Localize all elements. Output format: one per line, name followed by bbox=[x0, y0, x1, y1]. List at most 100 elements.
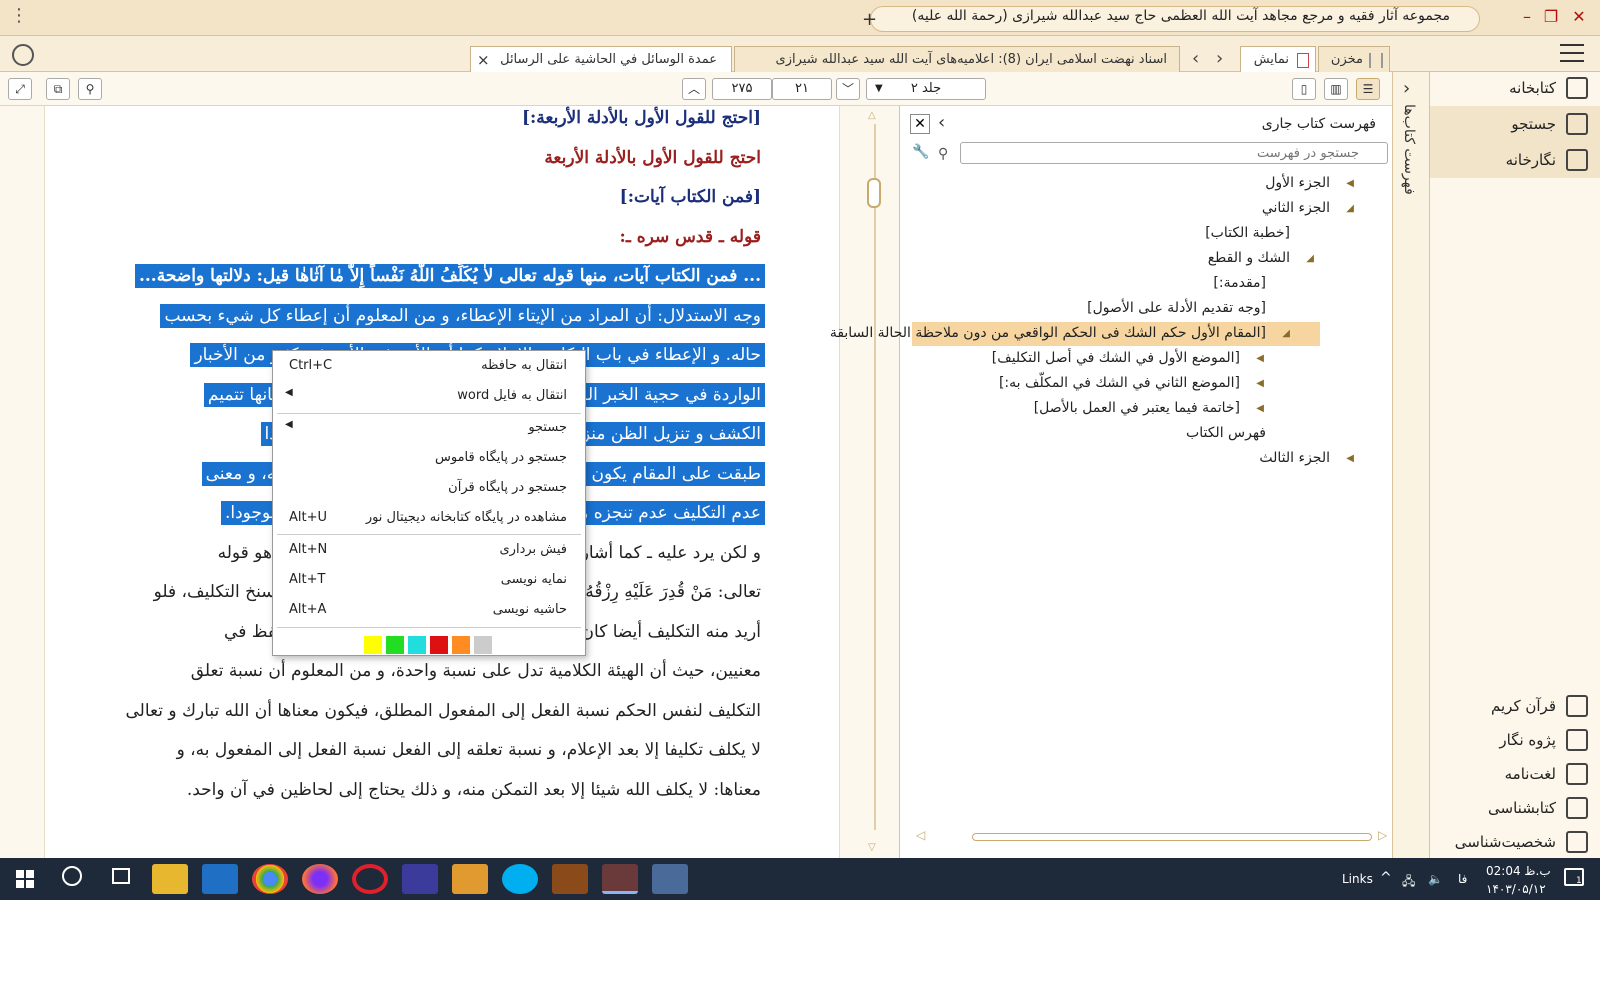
page-down-icon[interactable]: ﹀ bbox=[836, 78, 860, 100]
sidebar-item-gallery[interactable]: نگارخانه bbox=[1430, 146, 1600, 176]
tab-scroll-left-icon[interactable]: ‹ bbox=[1192, 48, 1199, 69]
tab-omdat-alwasail[interactable]: × عمدة الوسائل في الحاشية على الرسائل bbox=[470, 46, 732, 74]
noor-app-icon[interactable] bbox=[602, 864, 638, 894]
sidebar-item-bibliography[interactable]: کتابشناسی bbox=[1430, 794, 1600, 824]
tree-toggle-icon[interactable]: ◢ bbox=[1346, 203, 1354, 214]
tab-scroll-right-icon[interactable]: › bbox=[1216, 48, 1223, 69]
tree-toggle-icon[interactable]: ◀ bbox=[1256, 403, 1264, 414]
double-page-view-icon[interactable]: ▥ bbox=[1324, 78, 1348, 100]
sidebar-item-quran[interactable]: قرآن کریم bbox=[1430, 692, 1600, 722]
highlight-color-yellow[interactable] bbox=[364, 636, 382, 654]
hamburger-menu-icon[interactable] bbox=[1560, 44, 1584, 62]
highlight-color-orange[interactable] bbox=[452, 636, 470, 654]
menu-item-search[interactable]: جستجو ◀ bbox=[273, 413, 585, 443]
compare-icon[interactable]: ⧉ bbox=[46, 78, 70, 100]
tab-close-icon[interactable]: × bbox=[477, 51, 490, 69]
language-indicator[interactable]: فا bbox=[1458, 872, 1467, 886]
maximize-button[interactable]: ❐ bbox=[1540, 6, 1562, 28]
toc-item[interactable]: ◀ الجزء الأول bbox=[900, 172, 1392, 196]
windows-start-icon[interactable] bbox=[16, 870, 34, 888]
notifications-icon[interactable]: 1 bbox=[1564, 868, 1584, 886]
clock-time[interactable]: ب.ظ 02:04 bbox=[1486, 864, 1551, 878]
network-icon[interactable]: 🖧 bbox=[1402, 872, 1415, 893]
volume-icon[interactable]: 🔈 bbox=[1428, 872, 1443, 886]
page-up-icon[interactable]: ︿ bbox=[682, 78, 706, 100]
scroll-up-icon[interactable]: △ bbox=[868, 110, 876, 121]
chevron-left-icon[interactable]: ‹ bbox=[938, 112, 945, 133]
toc-item[interactable]: [مقدمة:] bbox=[900, 272, 1392, 296]
volume-select[interactable]: جلد ۲ ▼ bbox=[866, 78, 986, 100]
scroll-track[interactable] bbox=[874, 124, 876, 830]
highlight-color-cyan[interactable] bbox=[408, 636, 426, 654]
menu-item-indexing[interactable]: نمایه نویسی Alt+T bbox=[273, 565, 585, 595]
menu-item-annotation[interactable]: حاشیه نویسی Alt+A bbox=[273, 595, 585, 625]
skype-icon[interactable] bbox=[502, 864, 538, 894]
hscroll-right-icon[interactable]: ▷ bbox=[1378, 828, 1387, 842]
archive-app-icon[interactable] bbox=[552, 864, 588, 894]
menu-item-search-quran[interactable]: جستجو در پایگاه قرآن bbox=[273, 473, 585, 503]
chrome-icon[interactable] bbox=[252, 864, 288, 894]
toc-item[interactable]: ◢ الشك و القطع bbox=[900, 247, 1392, 271]
tree-toggle-icon[interactable]: ◢ bbox=[1306, 253, 1314, 264]
tree-toggle-icon[interactable]: ◀ bbox=[1346, 178, 1354, 189]
menu-item-search-qamus[interactable]: جستجو در پایگاه قاموس bbox=[273, 443, 585, 473]
sidebar-item-person[interactable]: شخصیت‌شناسی bbox=[1430, 828, 1600, 858]
scroll-down-icon[interactable]: ▽ bbox=[868, 842, 876, 853]
highlight-color-green[interactable] bbox=[386, 636, 404, 654]
highlight-color-gray[interactable] bbox=[474, 636, 492, 654]
toc-item[interactable]: ◢ [المقام الأول حكم الشك فى الحكم الواقعي… bbox=[830, 322, 1320, 346]
tab-repository[interactable]: مخزن bbox=[1318, 46, 1390, 74]
app-menu-icon[interactable]: ⋮ bbox=[10, 5, 28, 26]
opera-icon[interactable] bbox=[352, 864, 388, 894]
close-button[interactable]: ✕ bbox=[1568, 6, 1590, 28]
expand-icon[interactable]: ⤢ bbox=[8, 78, 32, 100]
toc-item[interactable]: ◀ [خاتمة فيما يعتبر في العمل بالأصل] bbox=[900, 397, 1392, 421]
single-page-view-icon[interactable]: ▯ bbox=[1292, 78, 1316, 100]
toc-item[interactable]: ◀ [الموضع الأول في الشك في أصل التكليف] bbox=[900, 347, 1392, 371]
wrench-icon[interactable]: 🔧 bbox=[912, 144, 932, 164]
tree-toggle-icon[interactable]: ◀ bbox=[1256, 378, 1264, 389]
outlook-icon[interactable] bbox=[202, 864, 238, 894]
tab-asnad-nehzat[interactable]: اسناد نهضت اسلامی ایران (8): اعلامیه‌های… bbox=[734, 46, 1180, 74]
highlight-color-red[interactable] bbox=[430, 636, 448, 654]
sidebar-item-dictionary[interactable]: لغت‌نامه bbox=[1430, 760, 1600, 790]
clock-date[interactable]: ۱۴۰۳/۰۵/۱۲ bbox=[1486, 882, 1546, 896]
paint-app-icon[interactable] bbox=[652, 864, 688, 894]
chevron-up-icon[interactable]: ^ bbox=[1380, 870, 1392, 886]
toc-item[interactable]: ◢ الجزء الثاني bbox=[900, 197, 1392, 221]
task-view-icon[interactable] bbox=[112, 868, 130, 884]
menu-item-export-word[interactable]: انتقال به فایل word ◀ bbox=[273, 381, 585, 411]
folder-app-icon[interactable] bbox=[452, 864, 488, 894]
page-number-input[interactable]: ۲۱ bbox=[772, 78, 832, 100]
tree-toggle-icon[interactable]: ◀ bbox=[1256, 353, 1264, 364]
toc-item[interactable]: ◀ [الموضع الثاني في الشك في المكلّف به:] bbox=[900, 372, 1392, 396]
toc-item[interactable]: فهرس الكتاب bbox=[900, 422, 1392, 446]
menu-item-view-noor-library[interactable]: مشاهده در پایگاه کتابخانه دیجیتال نور Al… bbox=[273, 503, 585, 533]
menu-item-copy[interactable]: انتقال به حافظه Ctrl+C bbox=[273, 351, 585, 381]
firefox-icon[interactable] bbox=[302, 864, 338, 894]
settings-gear-icon[interactable] bbox=[12, 44, 34, 66]
tab-display[interactable]: نمایش bbox=[1240, 46, 1316, 74]
tree-toggle-icon[interactable]: ◀ bbox=[1346, 453, 1354, 464]
file-explorer-icon[interactable] bbox=[152, 864, 188, 894]
hscroll-left-icon[interactable]: ◁ bbox=[916, 828, 925, 842]
search-icon[interactable]: ⚲ bbox=[78, 78, 102, 100]
chevron-right-icon[interactable]: › bbox=[1403, 78, 1410, 99]
toc-item[interactable]: ◀ الجزء الثالث bbox=[900, 447, 1392, 471]
sidebar-item-research[interactable]: پژوه نگار bbox=[1430, 726, 1600, 756]
sidebar-item-search[interactable]: جستجو bbox=[1430, 110, 1600, 140]
links-toolbar[interactable]: Links bbox=[1342, 872, 1373, 886]
sidebar-item-library[interactable]: کتابخانه bbox=[1430, 74, 1600, 104]
toc-search-input[interactable] bbox=[960, 142, 1388, 164]
taskbar-search-icon[interactable] bbox=[62, 866, 82, 886]
close-icon[interactable]: ✕ bbox=[910, 114, 930, 134]
toc-item[interactable]: [وجه تقديم الأدلة على الأصول] bbox=[900, 297, 1392, 321]
toc-item[interactable]: [خطبة الكتاب] bbox=[900, 222, 1392, 246]
hscroll-thumb[interactable] bbox=[972, 833, 1372, 841]
save-app-icon[interactable] bbox=[402, 864, 438, 894]
scroll-thumb[interactable] bbox=[867, 178, 881, 208]
menu-item-note-taking[interactable]: فیش برداری Alt+N bbox=[273, 535, 585, 565]
books-toc-strip[interactable]: › فهرست کتاب‌ها bbox=[1392, 72, 1430, 858]
new-tab-button[interactable]: + bbox=[862, 9, 877, 30]
minimize-button[interactable]: – bbox=[1516, 6, 1538, 28]
